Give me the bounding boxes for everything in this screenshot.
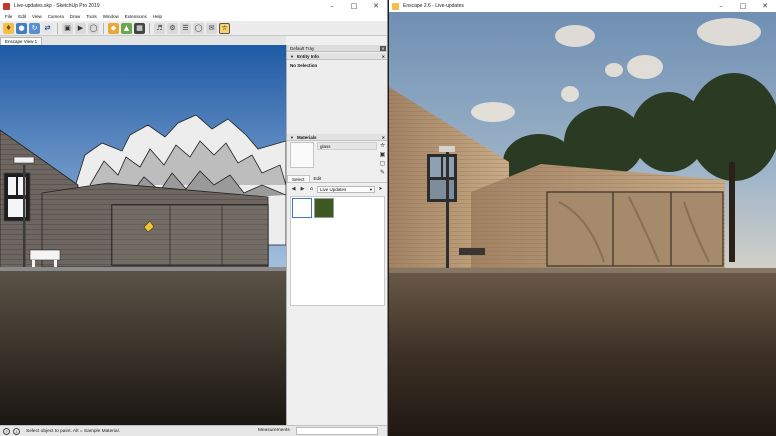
collapse-triangle-icon: ▼ bbox=[290, 134, 294, 140]
minimize-icon[interactable]: – bbox=[321, 0, 343, 12]
close-icon[interactable]: ✕ bbox=[754, 0, 776, 12]
audio-icon[interactable]: ♬ bbox=[154, 22, 165, 34]
panel-close-icon[interactable]: ✕ bbox=[382, 54, 385, 59]
menu-file[interactable]: File bbox=[5, 14, 12, 19]
material-swatch-grass[interactable] bbox=[314, 198, 334, 218]
assets-icon[interactable]: ▲ bbox=[121, 22, 132, 34]
enscape-logo-icon[interactable]: ♦ bbox=[3, 22, 14, 34]
enscape-titlebar[interactable]: Enscape 2.6 - Live-updates – □ ✕ bbox=[389, 0, 776, 12]
main-building bbox=[41, 182, 269, 268]
back-arrow-icon[interactable]: ◀ bbox=[290, 186, 297, 193]
sketchup-window: Live-updates.skp - SketchUp Pro 2019 – □… bbox=[0, 0, 388, 436]
default-material-icon[interactable]: ▢ bbox=[379, 160, 386, 167]
panorama-icon[interactable]: ◯ bbox=[88, 22, 99, 34]
feedback-icon[interactable]: ✉ bbox=[206, 22, 217, 34]
material-swatch-glass[interactable] bbox=[292, 198, 312, 218]
material-library-select[interactable]: Live Updates ▼ bbox=[317, 185, 375, 193]
tray-title: Default Tray bbox=[290, 45, 315, 51]
sketchup-toolbar: ♦ ● ↻ ⇄ ▣ ▶ ◯ ◆ ▲ ▦ ♬ ⚙ ☰ ◯ ✉ ⛦ bbox=[0, 21, 387, 36]
enscape-window: Enscape 2.6 - Live-updates – □ ✕ bbox=[389, 0, 776, 436]
panel-close-icon[interactable]: ✕ bbox=[382, 135, 385, 140]
home-icon[interactable]: ⌂ bbox=[308, 186, 315, 193]
bench bbox=[459, 248, 485, 255]
enscape-window-controls: – □ ✕ bbox=[710, 0, 776, 12]
material-preview bbox=[290, 142, 314, 168]
menu-camera[interactable]: Camera bbox=[48, 14, 64, 19]
material-name-field[interactable]: glass bbox=[317, 142, 377, 150]
live-update-icon[interactable]: ↻ bbox=[29, 22, 40, 34]
entity-info-header[interactable]: ▼ Entity Info ✕ bbox=[287, 53, 387, 60]
sketchup-statusbar: ? i Select object to paint. Alt = Sample… bbox=[0, 425, 387, 436]
paint-bucket-icon[interactable]: ⛦ bbox=[219, 22, 230, 34]
vr-headset-icon[interactable]: ◯ bbox=[193, 22, 204, 34]
enscape-title: Enscape 2.6 - Live-updates bbox=[403, 3, 464, 9]
menu-help[interactable]: Help bbox=[153, 14, 162, 19]
settings-icon[interactable]: ⚙ bbox=[167, 22, 178, 34]
measurements-label: Measurements bbox=[258, 428, 290, 433]
objects-icon[interactable]: ◆ bbox=[108, 22, 119, 34]
video-icon[interactable]: ▶ bbox=[75, 22, 86, 34]
materials-tabs: Select Edit bbox=[287, 175, 387, 183]
screenshot-icon[interactable]: ▣ bbox=[62, 22, 73, 34]
render-settings-icon[interactable]: ▦ bbox=[134, 22, 145, 34]
forward-arrow-icon[interactable]: ▶ bbox=[299, 186, 306, 193]
main-building bbox=[471, 164, 725, 270]
collapse-triangle-icon: ▼ bbox=[290, 53, 294, 59]
sync-views-icon[interactable]: ⇄ bbox=[42, 22, 53, 34]
menu-edit[interactable]: Edit bbox=[18, 14, 26, 19]
sketchup-menubar: File Edit View Camera Draw Tools Window … bbox=[0, 12, 387, 21]
paint-bucket-icon[interactable]: ⛦ bbox=[379, 142, 386, 149]
enscape-render-view[interactable] bbox=[389, 12, 776, 436]
tray-close-icon[interactable]: ✕ bbox=[380, 46, 386, 51]
menu-draw[interactable]: Draw bbox=[70, 14, 81, 19]
close-icon[interactable]: ✕ bbox=[365, 0, 387, 12]
materials-header[interactable]: ▼ Materials ✕ bbox=[287, 134, 387, 141]
enscape-scene bbox=[389, 12, 776, 436]
library-name: Live Updates bbox=[320, 186, 347, 192]
sketchup-window-controls: – □ ✕ bbox=[321, 0, 387, 12]
measurements-input[interactable] bbox=[296, 427, 378, 435]
maximize-icon[interactable]: □ bbox=[343, 0, 365, 12]
tab-edit[interactable]: Edit bbox=[310, 175, 326, 182]
scene-tabs: Enscape View 1 bbox=[0, 36, 286, 45]
status-hint: Select object to paint. Alt = Sample Mat… bbox=[26, 428, 120, 434]
toolbar-separator bbox=[103, 22, 104, 34]
toolbar-separator bbox=[149, 22, 150, 34]
sketchup-app-icon bbox=[3, 2, 10, 10]
sketchup-titlebar[interactable]: Live-updates.skp - SketchUp Pro 2019 – □… bbox=[0, 0, 387, 12]
menu-extensions[interactable]: Extensions bbox=[125, 14, 147, 19]
geo-location-icon[interactable]: ? bbox=[3, 427, 10, 435]
sketchup-viewport[interactable] bbox=[0, 45, 286, 425]
info-icon[interactable]: i bbox=[13, 427, 20, 435]
maximize-icon[interactable]: □ bbox=[732, 0, 754, 12]
entity-info-title: Entity Info bbox=[296, 53, 319, 59]
materials-title: Materials bbox=[296, 134, 317, 140]
library-row: ◀ ▶ ⌂ Live Updates ▼ ➤ bbox=[287, 184, 387, 194]
menu-view[interactable]: View bbox=[32, 14, 42, 19]
menu-tools[interactable]: Tools bbox=[86, 14, 97, 19]
details-arrow-icon[interactable]: ➤ bbox=[377, 186, 384, 193]
sketchup-title: Live-updates.skp - SketchUp Pro 2019 bbox=[14, 3, 100, 9]
toolbar-separator bbox=[57, 22, 58, 34]
web-standalone-icon[interactable]: ☰ bbox=[180, 22, 191, 34]
sketchup-scene bbox=[0, 45, 286, 425]
create-material-icon[interactable]: ▣ bbox=[379, 151, 386, 158]
minimize-icon[interactable]: – bbox=[710, 0, 732, 12]
scene-tab-enscape-view-1[interactable]: Enscape View 1 bbox=[0, 37, 43, 45]
enscape-app-icon bbox=[392, 2, 399, 10]
chevron-down-icon: ▼ bbox=[369, 186, 373, 192]
selection-status: No Selection bbox=[290, 63, 318, 68]
start-enscape-icon[interactable]: ● bbox=[16, 22, 27, 34]
menu-window[interactable]: Window bbox=[103, 14, 119, 19]
tab-select[interactable]: Select bbox=[287, 175, 310, 182]
entity-info-body: No Selection bbox=[287, 60, 387, 134]
material-swatch-grid bbox=[290, 196, 385, 306]
default-tray: Default Tray ✕ ▼ Entity Info ✕ No Select… bbox=[286, 45, 387, 425]
tray-header[interactable]: Default Tray ✕ bbox=[287, 45, 387, 52]
